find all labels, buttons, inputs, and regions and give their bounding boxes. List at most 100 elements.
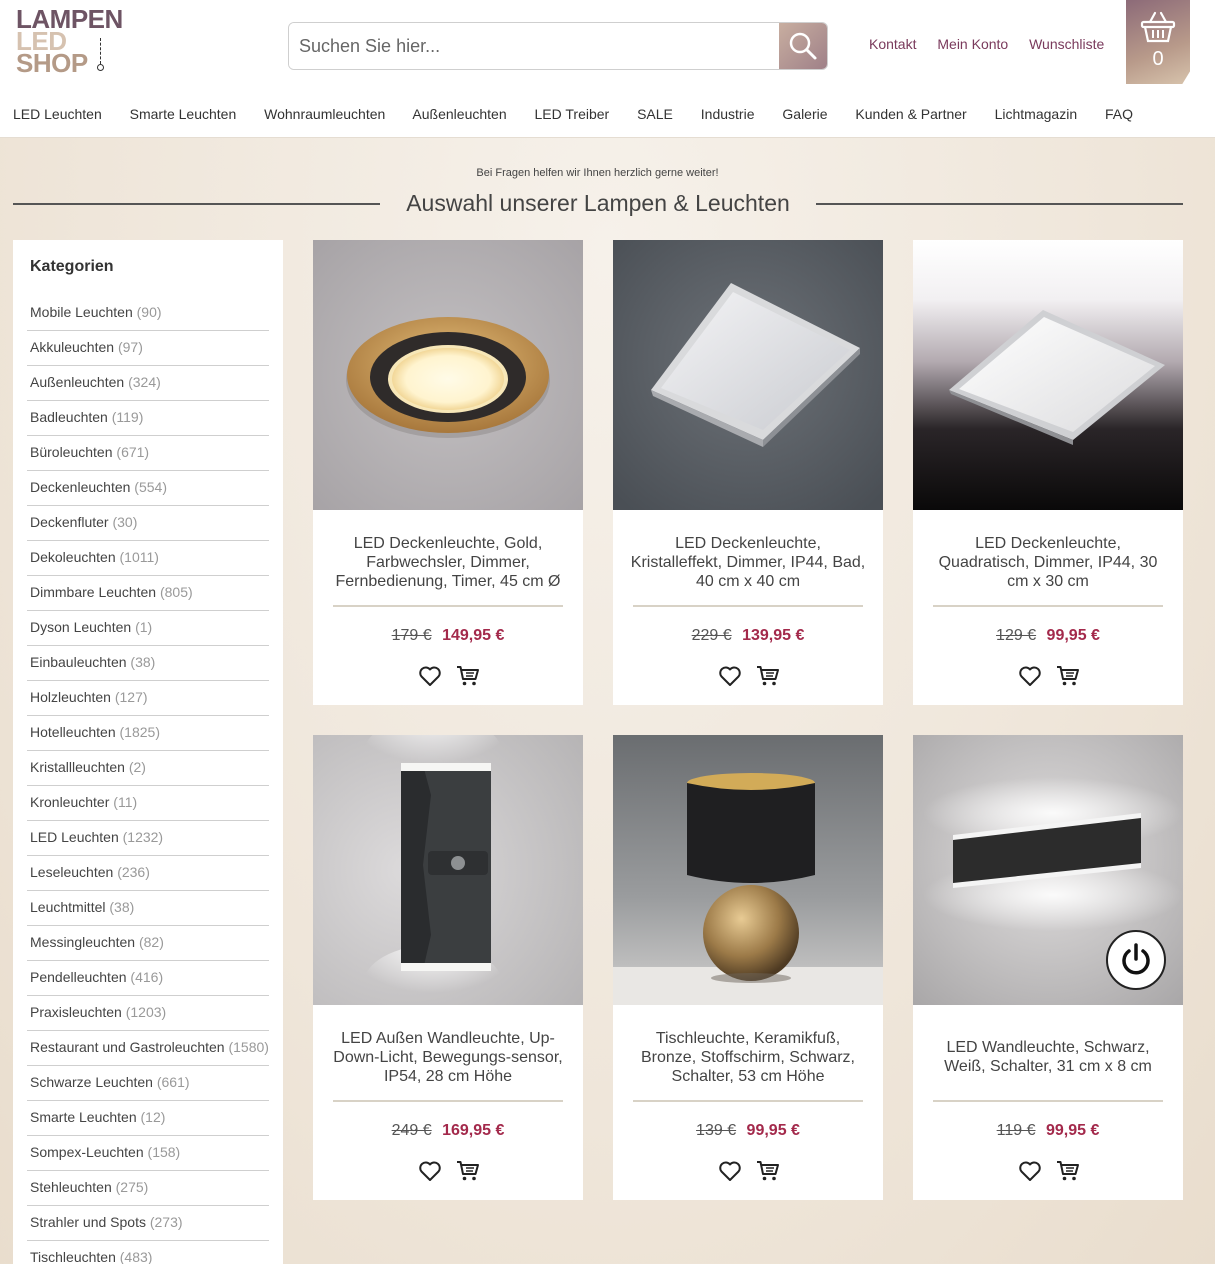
product-name[interactable]: LED Außen Wandleuchte, Up-Down-Licht, Be… — [328, 1015, 568, 1099]
shop-logo[interactable]: LAMPEN LED SHOP — [16, 6, 136, 78]
divider — [333, 605, 563, 607]
power-button[interactable] — [1106, 930, 1166, 990]
category-count: (671) — [116, 444, 150, 460]
nav-smarte-leuchten[interactable]: Smarte Leuchten — [130, 106, 237, 122]
category-count: (2) — [128, 759, 146, 775]
search-button[interactable] — [779, 23, 827, 69]
category-label: Pendelleuchten — [30, 969, 127, 985]
nav-galerie[interactable]: Galerie — [782, 106, 827, 122]
category-item[interactable]: Stehleuchten (275) — [27, 1171, 269, 1206]
cart-icon[interactable] — [756, 1160, 780, 1182]
category-item[interactable]: Dimmbare Leuchten (805) — [27, 576, 269, 611]
product-image[interactable] — [313, 240, 583, 510]
link-wunschliste[interactable]: Wunschliste — [1029, 36, 1104, 52]
category-count: (82) — [138, 934, 164, 950]
search-input[interactable] — [289, 23, 781, 69]
nav-led-treiber[interactable]: LED Treiber — [535, 106, 610, 122]
category-item[interactable]: Praxisleuchten (1203) — [27, 996, 269, 1031]
cart-button[interactable]: 0 — [1126, 0, 1190, 84]
logo-bulb — [97, 64, 104, 71]
link-mein-konto[interactable]: Mein Konto — [937, 36, 1008, 52]
heart-icon[interactable] — [418, 1160, 442, 1182]
category-item[interactable]: Strahler und Spots (273) — [27, 1206, 269, 1241]
category-item[interactable]: Sompex-Leuchten (158) — [27, 1136, 269, 1171]
product-name[interactable]: LED Wandleuchte, Schwarz, Weiß, Schalter… — [928, 1015, 1168, 1099]
category-item[interactable]: Büroleuchten (671) — [27, 436, 269, 471]
product-card[interactable]: LED Deckenleuchte, Quadratisch, Dimmer, … — [913, 240, 1183, 705]
product-name[interactable]: LED Deckenleuchte, Kristalleffekt, Dimme… — [628, 520, 868, 604]
category-item[interactable]: Hotelleuchten (1825) — [27, 716, 269, 751]
cart-icon[interactable] — [456, 1160, 480, 1182]
product-image[interactable] — [313, 735, 583, 1005]
category-item[interactable]: Smarte Leuchten (12) — [27, 1101, 269, 1136]
category-item[interactable]: Messingleuchten (82) — [27, 926, 269, 961]
product-name[interactable]: LED Deckenleuchte, Quadratisch, Dimmer, … — [928, 520, 1168, 604]
heart-icon[interactable] — [418, 665, 442, 687]
category-label: Holzleuchten — [30, 689, 111, 705]
category-item[interactable]: Akkuleuchten (97) — [27, 331, 269, 366]
category-item[interactable]: Kronleuchter (11) — [27, 786, 269, 821]
cart-icon[interactable] — [1056, 1160, 1080, 1182]
category-item[interactable]: Restaurant und Gastroleuchten (1580) — [27, 1031, 269, 1066]
nav-aussenleuchten[interactable]: Außenleuchten — [412, 106, 506, 122]
cart-icon[interactable] — [456, 665, 480, 687]
old-price: 229 € — [691, 627, 732, 644]
category-item[interactable]: Badleuchten (119) — [27, 401, 269, 436]
product-actions — [718, 1160, 788, 1184]
product-price: 179 € 149,95 € — [313, 627, 583, 645]
divider — [633, 605, 863, 607]
category-item[interactable]: Pendelleuchten (416) — [27, 961, 269, 996]
product-image[interactable] — [613, 240, 883, 510]
old-price: 179 € — [391, 627, 432, 644]
product-name[interactable]: Tischleuchte, Keramikfuß, Bronze, Stoffs… — [628, 1015, 868, 1099]
product-price: 119 € 99,95 € — [913, 1122, 1183, 1140]
cart-icon[interactable] — [1056, 665, 1080, 687]
category-count: (1011) — [119, 549, 159, 565]
category-label: Schwarze Leuchten — [30, 1074, 153, 1090]
nav-faq[interactable]: FAQ — [1105, 106, 1133, 122]
category-item[interactable]: Deckenleuchten (554) — [27, 471, 269, 506]
section-title: Auswahl unserer Lampen & Leuchten — [406, 190, 790, 216]
category-item[interactable]: Außenleuchten (324) — [27, 366, 269, 401]
product-card[interactable]: LED Außen Wandleuchte, Up-Down-Licht, Be… — [313, 735, 583, 1200]
category-item[interactable]: Kristallleuchten (2) — [27, 751, 269, 786]
nav-lichtmagazin[interactable]: Lichtmagazin — [995, 106, 1078, 122]
nav-industrie[interactable]: Industrie — [701, 106, 755, 122]
category-item[interactable]: Dekoleuchten (1011) — [27, 541, 269, 576]
heart-icon[interactable] — [718, 665, 742, 687]
category-label: Außenleuchten — [30, 374, 125, 390]
category-item[interactable]: Deckenfluter (30) — [27, 506, 269, 541]
cart-icon[interactable] — [756, 665, 780, 687]
category-count: (273) — [149, 1214, 183, 1230]
heart-icon[interactable] — [1018, 1160, 1042, 1182]
main-nav: LED Leuchten Smarte Leuchten Wohnraumleu… — [13, 106, 1157, 122]
category-item[interactable]: Holzleuchten (127) — [27, 681, 269, 716]
divider — [333, 1100, 563, 1102]
category-item[interactable]: Einbauleuchten (38) — [27, 646, 269, 681]
heart-icon[interactable] — [1018, 665, 1042, 687]
nav-kunden-partner[interactable]: Kunden & Partner — [855, 106, 966, 122]
product-card[interactable]: LED Deckenleuchte, Gold, Farbwechsler, D… — [313, 240, 583, 705]
sale-price: 99,95 € — [1045, 1122, 1100, 1139]
product-card[interactable]: LED Deckenleuchte, Kristalleffekt, Dimme… — [613, 240, 883, 705]
product-image[interactable] — [913, 240, 1183, 510]
category-item[interactable]: LED Leuchten (1232) — [27, 821, 269, 856]
nav-sale[interactable]: SALE — [637, 106, 673, 122]
category-label: LED Leuchten — [30, 829, 119, 845]
product-card[interactable]: Tischleuchte, Keramikfuß, Bronze, Stoffs… — [613, 735, 883, 1200]
category-item[interactable]: Leuchtmittel (38) — [27, 891, 269, 926]
category-item[interactable]: Leseleuchten (236) — [27, 856, 269, 891]
product-image[interactable] — [613, 735, 883, 1005]
nav-wohnraumleuchten[interactable]: Wohnraumleuchten — [264, 106, 385, 122]
category-count: (38) — [130, 654, 156, 670]
category-count: (1232) — [122, 829, 164, 845]
category-label: Einbauleuchten — [30, 654, 127, 670]
product-name[interactable]: LED Deckenleuchte, Gold, Farbwechsler, D… — [328, 520, 568, 604]
category-item[interactable]: Mobile Leuchten (90) — [27, 296, 269, 331]
heart-icon[interactable] — [718, 1160, 742, 1182]
link-kontakt[interactable]: Kontakt — [869, 36, 916, 52]
category-item[interactable]: Dyson Leuchten (1) — [27, 611, 269, 646]
category-item[interactable]: Tischleuchten (483) — [27, 1241, 269, 1264]
category-item[interactable]: Schwarze Leuchten (661) — [27, 1066, 269, 1101]
nav-led-leuchten[interactable]: LED Leuchten — [13, 106, 102, 122]
